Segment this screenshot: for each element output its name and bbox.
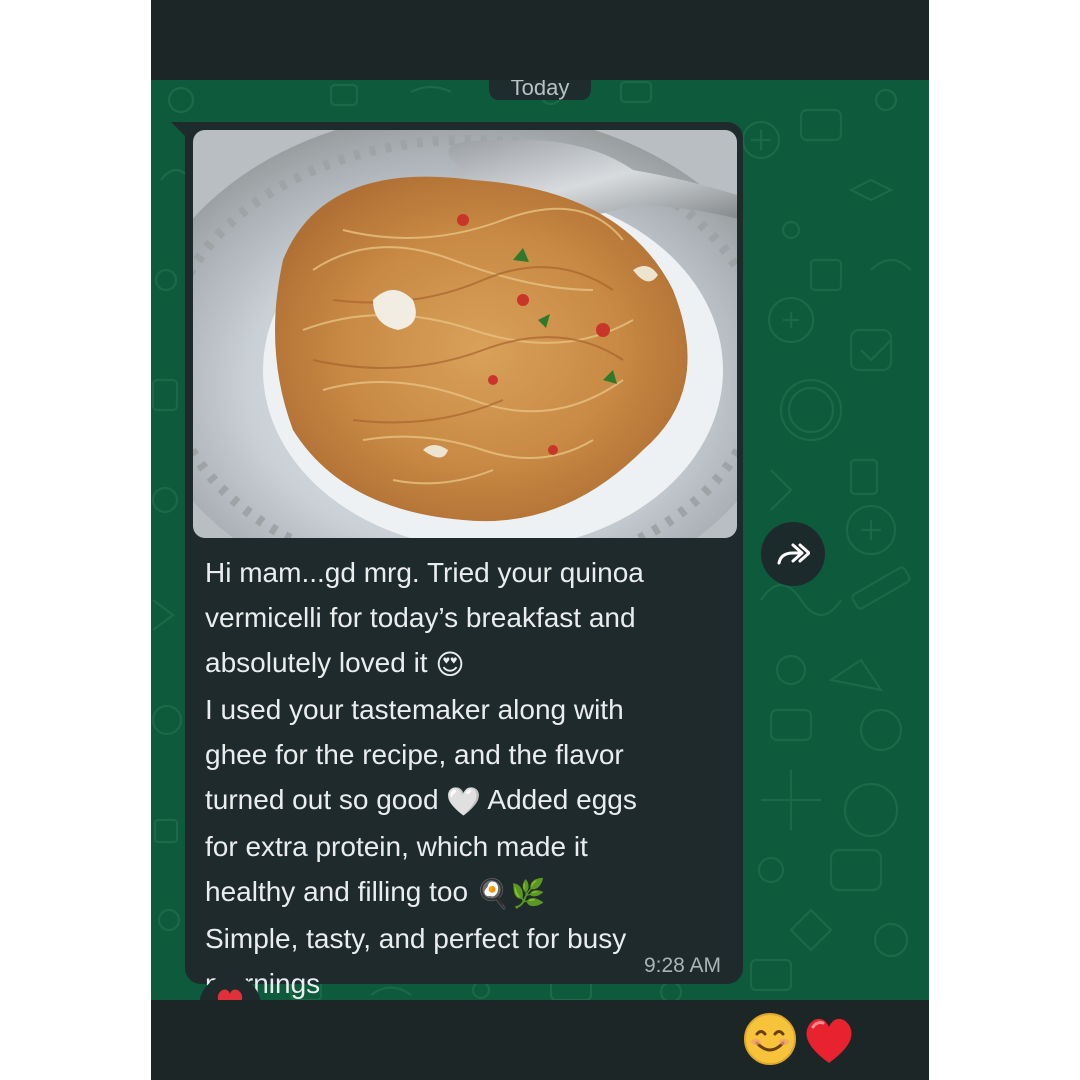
date-chip: Today: [489, 80, 591, 100]
top-bar: [151, 0, 929, 80]
message-line: Hi mam...gd mrg. Tried your quinoa: [205, 557, 644, 588]
message-line: turned out so good: [205, 784, 439, 816]
heart-eyes-icon: 😍: [435, 648, 465, 682]
message-line: for extra protein, which made it: [205, 831, 588, 863]
message-timestamp: 9:28 AM: [643, 954, 721, 977]
message-line: absolutely loved it: [205, 647, 428, 678]
smiling-face-icon: [744, 1013, 796, 1065]
food-photo: [193, 130, 737, 538]
bottom-bar: [151, 1000, 929, 1080]
message-line: healthy and filling too: [205, 876, 469, 908]
message-line: vermicelli for today’s breakfast and: [205, 602, 636, 633]
herb-icon: 🌿: [510, 877, 546, 911]
forward-icon: [777, 543, 810, 565]
frying-pan-egg-icon: 🍳: [475, 877, 511, 911]
message-photo[interactable]: [193, 130, 737, 538]
bottom-emojis: [743, 1012, 857, 1066]
white-heart-icon: 🤍: [446, 785, 482, 819]
message-line: I used your tastemaker along with: [205, 694, 624, 726]
incoming-message-bubble[interactable]: Hi mam...gd mrg. Tried your quinoa vermi…: [185, 122, 743, 999]
date-label: Today: [510, 80, 570, 100]
forward-button[interactable]: [761, 522, 825, 586]
heart-reaction-icon: [217, 989, 243, 1000]
message-line: ghee for the recipe, and the flavor: [205, 739, 624, 771]
message-text: Hi mam...gd mrg. Tried your quinoa vermi…: [205, 550, 725, 1000]
chat-screen: Today Hi mam...gd mrg. Tried your quinoa…: [151, 0, 929, 1080]
chat-background[interactable]: Today Hi mam...gd mrg. Tried your quinoa…: [151, 80, 929, 1000]
message-line: Added eggs: [487, 784, 637, 816]
red-heart-icon: [806, 1018, 852, 1063]
